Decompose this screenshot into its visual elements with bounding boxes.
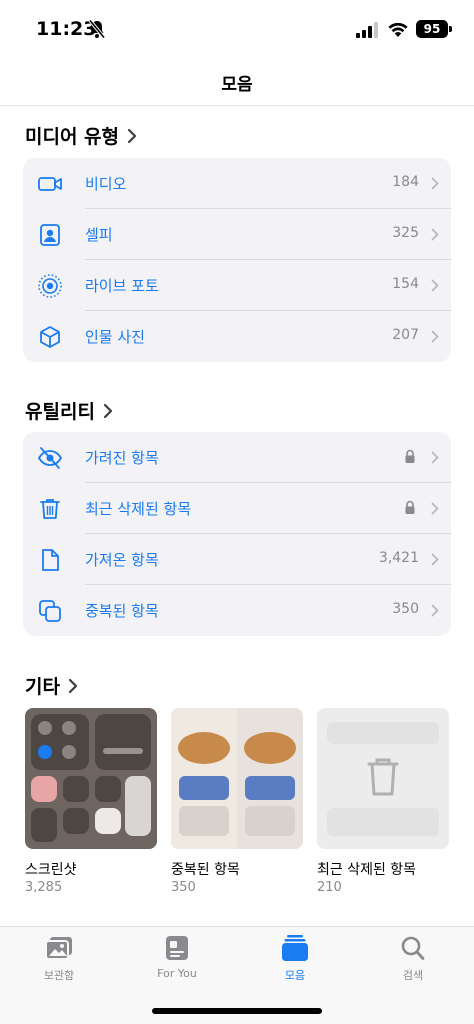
lock-icon [405, 449, 415, 463]
row-count: 325 [392, 225, 419, 241]
section-title: 미디어 유형 [25, 126, 120, 148]
section-title: 기타 [25, 676, 60, 698]
cellular-signal-icon [356, 22, 378, 38]
import-document-icon [42, 549, 59, 571]
row-label: 인물 사진 [85, 328, 145, 346]
row-label: 라이브 포토 [85, 277, 159, 295]
hidden-eye-icon [37, 447, 63, 469]
selfie-icon [40, 224, 60, 246]
album-count: 350 [171, 880, 196, 895]
section-header-other[interactable]: 기타 [25, 672, 78, 699]
album-thumbnail-screenshots[interactable] [25, 708, 157, 849]
album-label: 최근 삭제된 항목 [317, 862, 417, 878]
collections-icon [282, 935, 308, 961]
navigation-bar: 모음 [0, 58, 474, 106]
row-count: 207 [392, 327, 419, 343]
album-count: 3,285 [25, 880, 63, 895]
chevron-right-icon [431, 177, 439, 190]
album-thumbnail-recently-deleted[interactable] [317, 708, 449, 849]
row-count: 350 [392, 601, 419, 617]
trash-icon [40, 499, 60, 519]
lock-icon [405, 500, 415, 514]
tab-search[interactable]: 검색 [354, 935, 472, 983]
tab-label: 모음 [284, 969, 306, 982]
chevron-right-icon [431, 604, 439, 617]
tab-label: 검색 [402, 969, 424, 982]
duplicate-icon [39, 600, 61, 622]
row-count: 154 [392, 276, 419, 292]
list-item-video[interactable]: 비디오 184 [23, 158, 451, 209]
chevron-right-icon [431, 451, 439, 464]
list-item-hidden[interactable]: 가려진 항목 [23, 432, 451, 483]
list-item-recently-deleted[interactable]: 최근 삭제된 항목 [23, 483, 451, 534]
battery-indicator: 95 [416, 20, 452, 38]
section-header-media-types[interactable]: 미디어 유형 [25, 122, 137, 149]
tab-label: For You [157, 967, 197, 980]
chevron-right-icon [127, 128, 137, 143]
library-icon [45, 937, 72, 960]
list-item-live-photo[interactable]: 라이브 포토 154 [23, 260, 451, 311]
search-icon [401, 936, 425, 960]
list-item-selfie[interactable]: 셀피 325 [23, 209, 451, 260]
section-header-utilities[interactable]: 유틸리티 [25, 397, 113, 424]
tab-for-you[interactable]: For You [118, 935, 236, 980]
chevron-right-icon [431, 330, 439, 343]
chevron-right-icon [103, 403, 113, 418]
list-item-imports[interactable]: 가져온 항목 3,421 [23, 534, 451, 585]
list-item-duplicates[interactable]: 중복된 항목 350 [23, 585, 451, 636]
album-count: 210 [317, 880, 342, 895]
for-you-icon [166, 936, 188, 960]
media-types-list: 비디오 184 셀피 325 라이브 포토 154 인물 사진 207 [23, 158, 451, 362]
tab-label: 보관함 [43, 969, 75, 982]
recently-deleted-thumbnail-image [317, 708, 449, 849]
utilities-list: 가려진 항목 최근 삭제된 항목 가져온 항목 3,421 중복된 항목 350 [23, 432, 451, 636]
home-indicator[interactable] [152, 1008, 322, 1014]
screenshot-thumbnail-image [25, 708, 157, 849]
tab-library[interactable]: 보관함 [0, 935, 118, 983]
bell-slash-icon [88, 19, 106, 39]
cube-icon [40, 326, 60, 348]
wifi-icon [388, 22, 408, 37]
section-title: 유틸리티 [25, 401, 95, 423]
row-count: 3,421 [378, 550, 419, 566]
album-label: 중복된 항목 [171, 862, 240, 878]
live-photo-icon [38, 274, 62, 298]
row-label: 비디오 [85, 175, 127, 193]
chevron-right-icon [431, 279, 439, 292]
row-count: 184 [392, 174, 419, 190]
chevron-right-icon [431, 502, 439, 515]
list-item-portrait[interactable]: 인물 사진 207 [23, 311, 451, 362]
chevron-right-icon [68, 678, 78, 693]
album-label: 스크린샷 [25, 862, 77, 878]
duplicates-thumbnail-image [171, 708, 303, 849]
page-title: 모음 [221, 75, 253, 95]
album-thumbnail-duplicates[interactable] [171, 708, 303, 849]
row-label: 중복된 항목 [85, 602, 159, 620]
row-label: 가져온 항목 [85, 551, 159, 569]
tab-collections[interactable]: 모음 [236, 935, 354, 983]
row-label: 가려진 항목 [85, 449, 159, 467]
row-label: 셀피 [85, 226, 113, 244]
video-icon [38, 177, 62, 191]
row-label: 최근 삭제된 항목 [85, 500, 192, 518]
chevron-right-icon [431, 228, 439, 241]
chevron-right-icon [431, 553, 439, 566]
status-bar: 11:23 95 [0, 0, 474, 58]
